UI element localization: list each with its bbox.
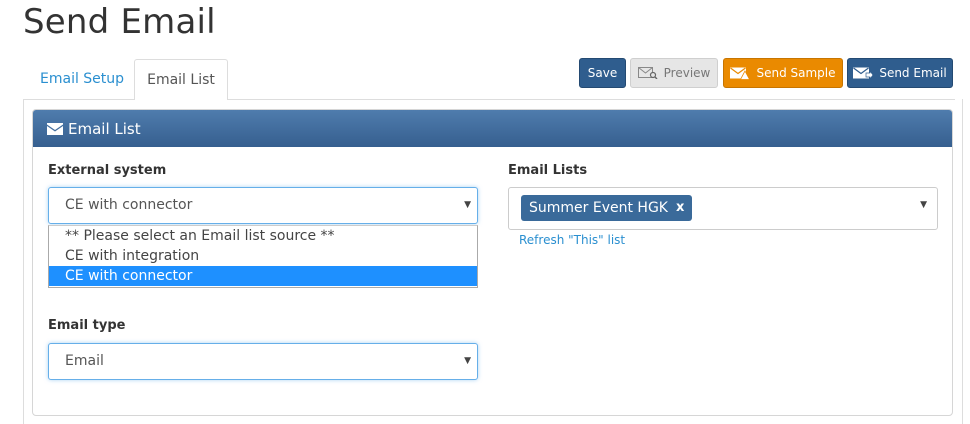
envelope-send-icon (853, 67, 874, 80)
email-type-label: Email type (48, 318, 126, 333)
chevron-down-icon: ▼ (464, 356, 471, 366)
external-system-select[interactable]: CE with connector ▼ (48, 187, 478, 224)
email-type-value: Email (65, 353, 104, 369)
external-system-dropdown: ** Please select an Email list source **… (48, 225, 478, 288)
preview-label: Preview (663, 66, 711, 80)
tab-email-setup[interactable]: Email Setup (26, 59, 138, 99)
envelope-icon (47, 122, 63, 135)
external-system-value: CE with connector (65, 197, 193, 213)
external-system-label: External system (48, 163, 167, 178)
email-type-select[interactable]: Email ▼ (48, 343, 478, 380)
refresh-list-link[interactable]: Refresh "This" list (519, 233, 625, 247)
remove-chip-icon[interactable]: x (676, 195, 684, 221)
dropdown-option[interactable]: CE with integration (49, 246, 477, 266)
email-list-chip: Summer Event HGK x (521, 195, 693, 221)
dropdown-option[interactable]: ** Please select an Email list source ** (49, 226, 477, 246)
panel-title: Email List (68, 119, 141, 138)
save-label: Save (587, 66, 618, 80)
tab-email-list[interactable]: Email List (134, 59, 228, 100)
preview-button[interactable]: Preview (630, 58, 718, 88)
send-email-button[interactable]: Send Email (847, 58, 953, 88)
send-sample-button[interactable]: Send Sample (723, 58, 843, 88)
email-lists-select[interactable]: Summer Event HGK x ▼ (508, 187, 938, 230)
page-title: Send Email (23, 2, 216, 42)
panel-header: Email List (33, 110, 952, 147)
dropdown-option-highlighted[interactable]: CE with connector (49, 266, 477, 286)
tab-content-border-left (23, 99, 24, 424)
email-list-chip-label: Summer Event HGK (529, 200, 668, 216)
send-email-label: Send Email (879, 66, 947, 80)
preview-envelope-icon (637, 67, 658, 79)
save-button[interactable]: Save (579, 58, 626, 88)
chevron-down-icon[interactable]: ▼ (920, 188, 927, 222)
send-sample-label: Send Sample (756, 66, 836, 80)
email-lists-label: Email Lists (508, 163, 588, 178)
chevron-down-icon: ▼ (464, 200, 471, 210)
envelope-warning-icon (730, 67, 751, 80)
tab-content-border-right (962, 99, 963, 424)
